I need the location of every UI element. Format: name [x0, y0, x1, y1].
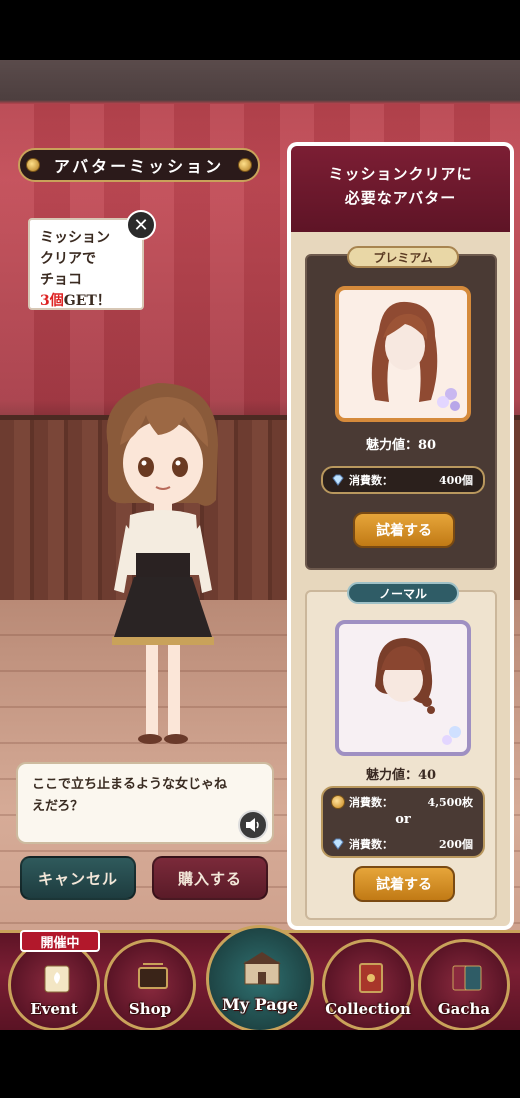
nav-gacha[interactable]: Gacha	[418, 939, 510, 1031]
reward-line: クリアで	[40, 251, 96, 267]
cancel-button-label: キャンセル	[37, 869, 118, 888]
normal-try-on-button[interactable]: 試着する	[353, 866, 455, 902]
scroll-icon	[44, 965, 70, 993]
normal-cost-row-coins: 消費数： 4,500枚	[331, 792, 473, 812]
event-ongoing-badge: 開催中	[20, 930, 100, 952]
nav-label: Event	[30, 1000, 78, 1018]
mansion-icon	[243, 952, 281, 985]
reward-line: 3個GET！	[40, 291, 132, 312]
premium-cost-row: 消費数： 400個	[331, 470, 473, 490]
close-reward-button[interactable]: ✕	[126, 210, 156, 240]
close-icon: ✕	[133, 214, 149, 236]
nav-shop[interactable]: Shop	[104, 939, 196, 1031]
nav-label: Collection	[325, 1000, 411, 1018]
coin-icon	[331, 795, 345, 809]
voice-play-button[interactable]	[238, 810, 268, 840]
system-nav-area	[0, 1030, 520, 1098]
reward-line: チョコ	[40, 272, 82, 288]
premium-item-card: プレミアム 魅力値：80 消費数： 400個 試着する	[305, 246, 497, 570]
cards-icon	[452, 965, 482, 991]
premium-label: プレミアム	[347, 246, 459, 268]
shop-sign-icon	[138, 963, 168, 989]
diamond-icon	[332, 838, 344, 850]
avatar-character	[106, 383, 218, 744]
speaker-icon	[246, 818, 259, 832]
status-bar	[0, 0, 520, 60]
gem-ornament-icon	[238, 158, 252, 172]
premium-charm-value: 魅力値：80	[365, 438, 437, 453]
nav-label: Shop	[128, 1000, 172, 1018]
book-icon	[359, 963, 383, 993]
nav-label: Gacha	[437, 1000, 491, 1018]
normal-label: ノーマル	[347, 582, 459, 604]
normal-cost-box: 消費数： 4,500枚 or 消費数： 200個	[321, 786, 485, 858]
panel-header-line: 必要なアバター	[344, 189, 457, 207]
diamond-icon	[332, 474, 344, 486]
normal-item-image[interactable]	[335, 620, 471, 756]
nav-label: My Page	[222, 995, 298, 1014]
try-on-label: 試着する	[376, 877, 432, 893]
buy-button[interactable]: 購入する	[152, 856, 268, 900]
mission-title-text: アバターミッション	[53, 157, 225, 176]
normal-cost-value-coins: 4,500枚	[427, 796, 473, 809]
normal-charm-value: 魅力値：40	[365, 768, 437, 783]
reward-count: 3個	[40, 293, 64, 309]
normal-cost-label: 消費数：	[349, 838, 393, 851]
reward-get: GET！	[63, 293, 111, 309]
dialogue-box: ここで立ち止まるような女じゃね えだろ？	[16, 762, 274, 844]
premium-try-on-button[interactable]: 試着する	[353, 512, 455, 548]
normal-cost-value-gems: 200個	[439, 838, 473, 851]
buy-button-label: 購入する	[177, 869, 242, 888]
mission-title: アバターミッション	[18, 148, 260, 182]
dialogue-line: ここで立ち止まるような女じゃね	[32, 777, 228, 792]
panel-body: ミッションクリアに 必要なアバター プレミアム 魅力値：80 消費数： 400個…	[291, 146, 510, 926]
cancel-button[interactable]: キャンセル	[20, 856, 136, 900]
nav-my-page[interactable]: My Page	[206, 925, 314, 1033]
premium-cost-box: 消費数： 400個	[321, 466, 485, 494]
panel-header: ミッションクリアに 必要なアバター	[291, 146, 510, 232]
reward-line: ミッション	[40, 230, 110, 246]
required-avatar-panel: ミッションクリアに 必要なアバター プレミアム 魅力値：80 消費数： 400個…	[287, 142, 514, 930]
premium-cost-value: 400個	[439, 474, 473, 487]
panel-header-line: ミッションクリアに	[328, 165, 473, 183]
nav-collection[interactable]: Collection	[322, 939, 414, 1031]
cost-or: or	[395, 812, 411, 827]
braided-bob-hair-icon	[375, 638, 461, 745]
premium-cost-label: 消費数：	[349, 474, 393, 487]
normal-cost-row-gems: 消費数： 200個	[331, 834, 473, 854]
premium-item-image[interactable]	[335, 286, 471, 422]
gem-ornament-icon	[26, 158, 40, 172]
nav-event[interactable]: Event	[8, 939, 100, 1031]
long-wavy-hair-icon	[371, 301, 460, 411]
normal-cost-label: 消費数：	[349, 796, 393, 809]
dialogue-line: えだろ？	[32, 799, 84, 814]
normal-item-card: ノーマル 魅力値：40 消費数： 4,500枚 or 消費数： 200個 試着す…	[305, 582, 497, 920]
try-on-label: 試着する	[376, 523, 432, 539]
mission-reward-bubble: ミッション クリアで チョコ 3個GET！	[28, 218, 144, 310]
